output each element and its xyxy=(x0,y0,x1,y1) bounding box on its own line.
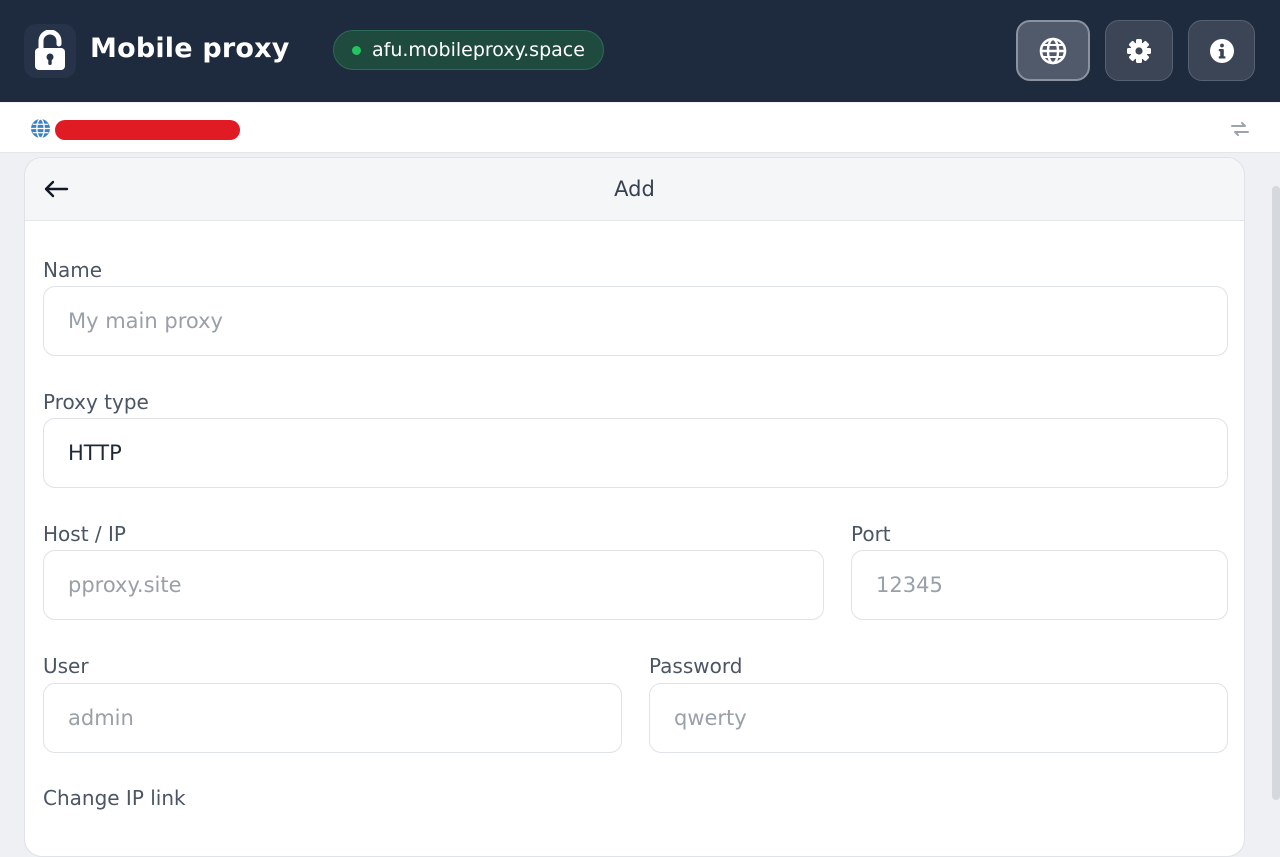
name-input[interactable] xyxy=(43,286,1228,356)
refresh-ip-icon[interactable] xyxy=(1229,118,1251,140)
gear-icon xyxy=(1127,38,1151,63)
info-button[interactable] xyxy=(1188,20,1255,81)
proxy-button[interactable] xyxy=(1016,20,1090,81)
port-input[interactable] xyxy=(851,550,1228,620)
user-label: User xyxy=(43,654,89,678)
name-label: Name xyxy=(43,258,103,282)
password-input[interactable] xyxy=(649,683,1228,753)
card-header: Add xyxy=(25,158,1244,221)
password-label: Password xyxy=(649,654,743,678)
page-title: Add xyxy=(614,177,655,201)
globe-icon xyxy=(1039,37,1067,64)
scrollbar[interactable] xyxy=(1272,186,1280,800)
lock-logo-icon xyxy=(24,24,76,78)
redacted-ip-address xyxy=(55,120,240,140)
add-proxy-card: Add Name Proxy type HTTP Host / IP Port … xyxy=(24,157,1245,857)
host-input[interactable] xyxy=(43,550,824,620)
host-label: Host / IP xyxy=(43,522,126,546)
port-label: Port xyxy=(851,522,891,546)
current-ip-bar xyxy=(0,103,1280,153)
globe-icon xyxy=(31,118,50,139)
proxy-type-label: Proxy type xyxy=(43,390,149,414)
info-icon xyxy=(1209,38,1234,63)
status-dot-icon xyxy=(352,46,361,55)
app-title: Mobile proxy xyxy=(90,33,290,64)
change-ip-link-label: Change IP link xyxy=(43,786,186,810)
domain-status-badge[interactable]: afu.mobileproxy.space xyxy=(333,30,604,70)
domain-label: afu.mobileproxy.space xyxy=(372,39,585,61)
proxy-type-select[interactable]: HTTP xyxy=(43,418,1228,488)
settings-button[interactable] xyxy=(1105,20,1173,81)
user-input[interactable] xyxy=(43,683,622,753)
app-header: Mobile proxy afu.mobileproxy.space xyxy=(0,0,1280,102)
